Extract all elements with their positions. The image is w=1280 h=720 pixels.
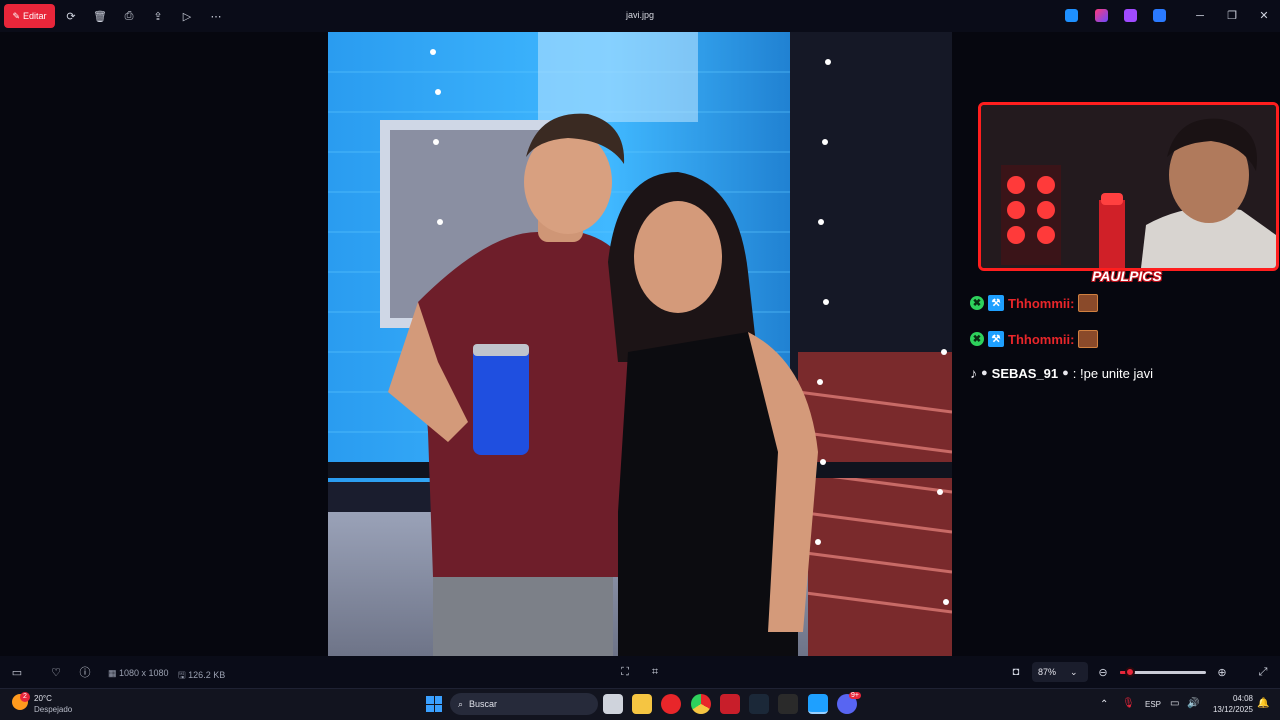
webcam-illustration bbox=[981, 105, 1276, 268]
chat-message: ♪ ● SEBAS_91 ● : !pe unite javi bbox=[970, 365, 1270, 381]
edit-label: Editar bbox=[23, 11, 47, 21]
tray-app-icon[interactable] bbox=[1065, 9, 1078, 22]
webcam-overlay bbox=[978, 102, 1279, 271]
search-placeholder: Buscar bbox=[469, 699, 498, 709]
tiktok-icon: ♪ bbox=[970, 365, 977, 381]
file-explorer-icon[interactable] bbox=[632, 694, 652, 714]
visual-search-icon[interactable]: ⌗ bbox=[647, 664, 663, 680]
verified-badge-icon: ✖ bbox=[970, 296, 984, 310]
chat-username: Thhommii: bbox=[1008, 331, 1075, 347]
chat-emote-icon bbox=[1078, 294, 1099, 312]
maximize-icon[interactable]: ❐ bbox=[1224, 8, 1240, 24]
delete-icon[interactable]: 🗑 bbox=[92, 8, 108, 24]
hammer-badge-icon: ⚒ bbox=[988, 331, 1004, 347]
zoom-value: 87% bbox=[1038, 667, 1057, 677]
filesize-text: 🖫 126.2 KB bbox=[178, 670, 226, 680]
info-icon[interactable]: ⓘ bbox=[77, 664, 93, 680]
steam-icon[interactable] bbox=[749, 694, 769, 714]
zoom-select[interactable]: 87% ⌄ bbox=[1032, 662, 1088, 682]
chat-username: SEBAS_91 bbox=[991, 365, 1059, 381]
youtube-music-icon[interactable] bbox=[661, 694, 681, 714]
notifications-icon[interactable]: 🔔 bbox=[1257, 698, 1269, 709]
cloud-icon[interactable] bbox=[1153, 9, 1166, 22]
tray-app-icon[interactable] bbox=[1095, 9, 1108, 22]
taskbar-search[interactable]: ⌕ Buscar bbox=[450, 693, 598, 715]
weather-temp: 20°C bbox=[34, 694, 52, 703]
fullscreen-icon[interactable]: ⤢ bbox=[1255, 664, 1271, 680]
microphone-icon[interactable]: 🎙 bbox=[1122, 698, 1135, 709]
call-of-duty-icon[interactable] bbox=[778, 694, 798, 714]
channel-brand: PAULPICS bbox=[1092, 268, 1162, 284]
edit-icon: ✎ bbox=[12, 10, 21, 21]
language-indicator[interactable]: ESP bbox=[1145, 700, 1161, 709]
zoom-slider[interactable] bbox=[1120, 667, 1206, 677]
volume-icon[interactable]: 🔊 bbox=[1187, 698, 1199, 709]
task-view-icon[interactable] bbox=[603, 694, 623, 714]
photo bbox=[328, 32, 952, 656]
edit-button[interactable]: ✎ Editar bbox=[4, 4, 55, 28]
more-icon[interactable]: ⋯ bbox=[208, 8, 224, 24]
chat-emote-icon bbox=[1078, 330, 1099, 348]
chevron-down-icon: ⌄ bbox=[1070, 666, 1078, 677]
close-icon[interactable]: ✕ bbox=[1256, 8, 1272, 24]
notification-badge: 2 bbox=[20, 692, 30, 702]
crop-icon[interactable]: ⛶ bbox=[617, 664, 633, 680]
rotate-icon[interactable]: ⟳ bbox=[63, 8, 79, 24]
chevron-up-icon[interactable]: ⌃ bbox=[1100, 699, 1108, 710]
clock-date[interactable]: 13/12/2025 bbox=[1209, 705, 1253, 714]
share-icon[interactable]: ⇪ bbox=[150, 8, 166, 24]
chat-username: Thhommii: bbox=[1008, 295, 1075, 311]
discord-badge: 9+ bbox=[849, 692, 861, 699]
print-icon[interactable]: ⎙ bbox=[121, 8, 137, 24]
ninja-emoji-icon: ● bbox=[1062, 367, 1069, 379]
photos-app-icon[interactable] bbox=[808, 694, 828, 714]
app-icon[interactable] bbox=[720, 694, 740, 714]
dimensions-text: ▦ 1080 x 1080 bbox=[108, 668, 169, 678]
chat-message: ✖ ⚒ Thhommii: bbox=[970, 294, 1270, 312]
slideshow-icon[interactable]: ▷ bbox=[179, 8, 195, 24]
actual-size-icon[interactable]: ◘ bbox=[1008, 664, 1024, 680]
chrome-icon[interactable] bbox=[691, 694, 711, 714]
weather-desc: Despejado bbox=[34, 705, 73, 714]
zoom-out-icon[interactable]: ⊖ bbox=[1095, 664, 1111, 680]
photo-illustration bbox=[328, 32, 952, 656]
minimize-icon[interactable]: ─ bbox=[1192, 8, 1208, 24]
filmstrip-icon[interactable]: ▭ bbox=[9, 664, 25, 680]
search-icon: ⌕ bbox=[458, 698, 464, 709]
windows-start-icon[interactable] bbox=[426, 696, 442, 712]
tray-app-icon[interactable] bbox=[1124, 9, 1137, 22]
hammer-badge-icon: ⚒ bbox=[988, 295, 1004, 311]
network-icon[interactable]: ▭ bbox=[1170, 698, 1179, 709]
verified-badge-icon: ✖ bbox=[970, 332, 984, 346]
chat-text: : !pe unite javi bbox=[1072, 365, 1154, 381]
ninja-emoji-icon: ● bbox=[981, 367, 988, 379]
zoom-in-icon[interactable]: ⊕ bbox=[1214, 664, 1230, 680]
chat-message: ✖ ⚒ Thhommii: bbox=[970, 330, 1270, 348]
clock-time[interactable]: 04:08 bbox=[1209, 694, 1253, 703]
favorite-icon[interactable]: ♡ bbox=[48, 664, 64, 680]
